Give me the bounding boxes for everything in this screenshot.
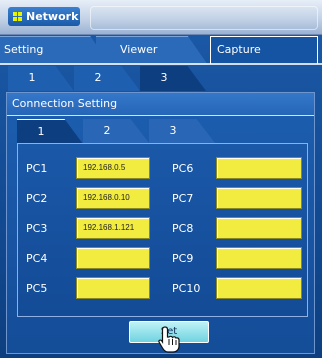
- page-tab-1-label: 1: [28, 71, 36, 84]
- page-tab-3[interactable]: 3: [140, 66, 206, 91]
- pc-address-grid: PC1 192.168.0.5 PC2 192.168.0.10 PC3 192…: [17, 143, 308, 317]
- pc2-field[interactable]: 192.168.0.10: [76, 187, 150, 209]
- pc1-label: PC1: [26, 162, 48, 175]
- pc7-label: PC7: [172, 192, 194, 205]
- connection-tab-bar: 1 2 3: [17, 119, 257, 144]
- conn-tab-3-label: 3: [169, 124, 177, 137]
- pc4-field[interactable]: [76, 247, 150, 269]
- tab-divider: [0, 63, 322, 65]
- pc3-label: PC3: [26, 222, 48, 235]
- window-title: Network: [26, 10, 79, 23]
- conn-tab-1[interactable]: 1: [17, 119, 83, 144]
- tab-capture[interactable]: Capture: [210, 36, 318, 64]
- pc5-label: PC5: [26, 282, 48, 295]
- pc8-label: PC8: [172, 222, 194, 235]
- page-tab-2[interactable]: 2: [74, 66, 140, 91]
- pc6-field[interactable]: [216, 157, 302, 179]
- conn-tab-1-label: 1: [37, 125, 45, 138]
- title-pill: Network: [8, 7, 80, 26]
- pc7-field[interactable]: [216, 187, 302, 209]
- page-tab-1[interactable]: 1: [8, 66, 74, 91]
- title-decoration: [90, 6, 318, 30]
- tab-setting[interactable]: Setting: [0, 36, 110, 65]
- tab-setting-label: Setting: [4, 43, 44, 56]
- tab-capture-label: Capture: [217, 43, 261, 56]
- hand-pointer-icon: [158, 326, 180, 353]
- conn-tab-2[interactable]: 2: [83, 119, 149, 143]
- pc6-label: PC6: [172, 162, 194, 175]
- title-bar: Network: [0, 0, 322, 35]
- page-tab-3-label: 3: [160, 71, 168, 84]
- top-tab-bar: Setting Viewer Capture: [0, 36, 322, 65]
- pc1-field[interactable]: 192.168.0.5: [76, 157, 150, 179]
- conn-tab-2-label: 2: [103, 124, 111, 137]
- pc4-label: PC4: [26, 252, 48, 265]
- page-tab-bar: 1 2 3: [8, 66, 314, 92]
- conn-tab-3[interactable]: 3: [149, 119, 215, 143]
- network-window: Network Setting Viewer Capture 1 2 3 Con…: [0, 0, 322, 358]
- pc3-field[interactable]: 192.168.1.121: [76, 217, 150, 239]
- tab-viewer-label: Viewer: [120, 43, 158, 56]
- pc5-field[interactable]: [76, 277, 150, 299]
- pc8-field[interactable]: [216, 217, 302, 239]
- connection-panel: Connection Setting 1 2 3 PC1 192.168.0.5…: [6, 92, 315, 354]
- tab-viewer[interactable]: Viewer: [96, 36, 208, 65]
- grid-icon: [13, 12, 22, 21]
- pc9-field[interactable]: [216, 247, 302, 269]
- panel-title: Connection Setting: [12, 97, 118, 110]
- pc10-label: PC10: [172, 282, 201, 295]
- pc9-label: PC9: [172, 252, 194, 265]
- pc10-field[interactable]: [216, 277, 302, 299]
- pc2-label: PC2: [26, 192, 48, 205]
- page-tab-2-label: 2: [94, 71, 102, 84]
- panel-header: Connection Setting: [7, 93, 314, 116]
